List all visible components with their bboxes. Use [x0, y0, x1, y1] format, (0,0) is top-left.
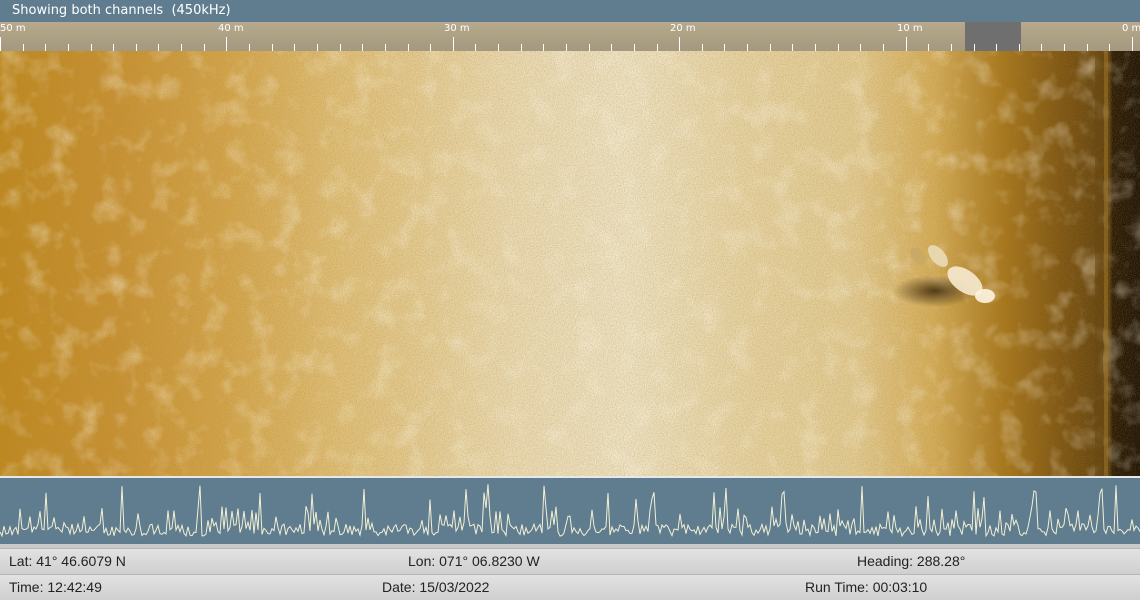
ruler-tick [407, 44, 409, 51]
ruler-tick [67, 44, 69, 51]
range-ruler: 50 m 40 m 30 m 20 m 10 m 0 m [0, 22, 1140, 51]
ruler-tick [113, 44, 115, 51]
ruler-tick [701, 44, 703, 51]
ruler-tick [611, 44, 613, 51]
ruler-tick [1109, 44, 1111, 51]
date-readout: Date: 15/03/2022 [382, 579, 490, 595]
ruler-tick [656, 44, 658, 51]
ruler-tick [271, 44, 273, 51]
heading-readout: Heading: 288.28° [857, 553, 966, 569]
ruler-tick [430, 44, 432, 51]
ruler-tick [498, 44, 500, 51]
ruler-tick [543, 44, 545, 51]
ruler-tick [90, 44, 92, 51]
amplitude-trace-panel [0, 478, 1140, 544]
ruler-label-20: 20 m [670, 23, 696, 34]
ruler-tick [316, 44, 318, 51]
status-row-position: Lat: 41° 46.6079 N Lon: 071° 06.8230 W H… [0, 548, 1140, 574]
ruler-tick [860, 44, 862, 51]
ruler-tick [452, 37, 454, 51]
ruler-tick [45, 44, 47, 51]
ruler-tick [475, 44, 477, 51]
ruler-tick [679, 37, 681, 51]
ruler-tick [0, 37, 1, 51]
ruler-tick [181, 44, 183, 51]
ruler-tick [22, 44, 24, 51]
ruler-label-40: 40 m [218, 23, 244, 34]
ruler-tick [588, 44, 590, 51]
latitude-readout: Lat: 41° 46.6079 N [9, 553, 126, 569]
amplitude-trace [0, 484, 1140, 538]
sonar-texture [0, 51, 1140, 476]
ruler-tick [249, 44, 251, 51]
runtime-readout: Run Time: 00:03:10 [805, 579, 928, 595]
ruler-tick [724, 44, 726, 51]
ruler-label-30: 30 m [444, 23, 470, 34]
ruler-tick [950, 44, 952, 51]
ruler-tick [996, 44, 998, 51]
ruler-tick [1086, 44, 1088, 51]
ruler-label-10: 10 m [897, 23, 923, 34]
ruler-tick [158, 44, 160, 51]
ruler-tick [362, 44, 364, 51]
ruler-tick [339, 44, 341, 51]
sonar-image[interactable] [0, 51, 1140, 476]
ruler-tick [1064, 44, 1066, 51]
ruler-tick [837, 44, 839, 51]
ruler-tick [1041, 44, 1043, 51]
ruler-tick [520, 44, 522, 51]
longitude-readout: Lon: 071° 06.8230 W [408, 553, 540, 569]
ruler-tick [226, 37, 228, 51]
ruler-tick [633, 44, 635, 51]
ruler-tick [203, 44, 205, 51]
ruler-tick [566, 44, 567, 51]
ruler-tick [882, 44, 884, 51]
channel-title: Showing both channels (450kHz) [0, 0, 1140, 22]
ruler-tick [815, 44, 817, 51]
ruler-tick [384, 44, 386, 51]
ruler-tick [747, 44, 749, 51]
ruler-tick [294, 44, 296, 51]
ruler-tick [973, 44, 975, 51]
ruler-label-50: 50 m [0, 23, 26, 34]
ruler-tick [1018, 44, 1020, 51]
ruler-tick [792, 44, 794, 51]
ruler-tick [905, 37, 907, 51]
status-row-time: Time: 12:42:49 Date: 15/03/2022 Run Time… [0, 574, 1140, 600]
ruler-tick [928, 44, 930, 51]
ruler-tick [1132, 37, 1133, 51]
ruler-tick [135, 44, 137, 51]
ruler-tick [769, 44, 771, 51]
ruler-label-0: 0 m [1122, 23, 1140, 34]
time-readout: Time: 12:42:49 [9, 579, 102, 595]
